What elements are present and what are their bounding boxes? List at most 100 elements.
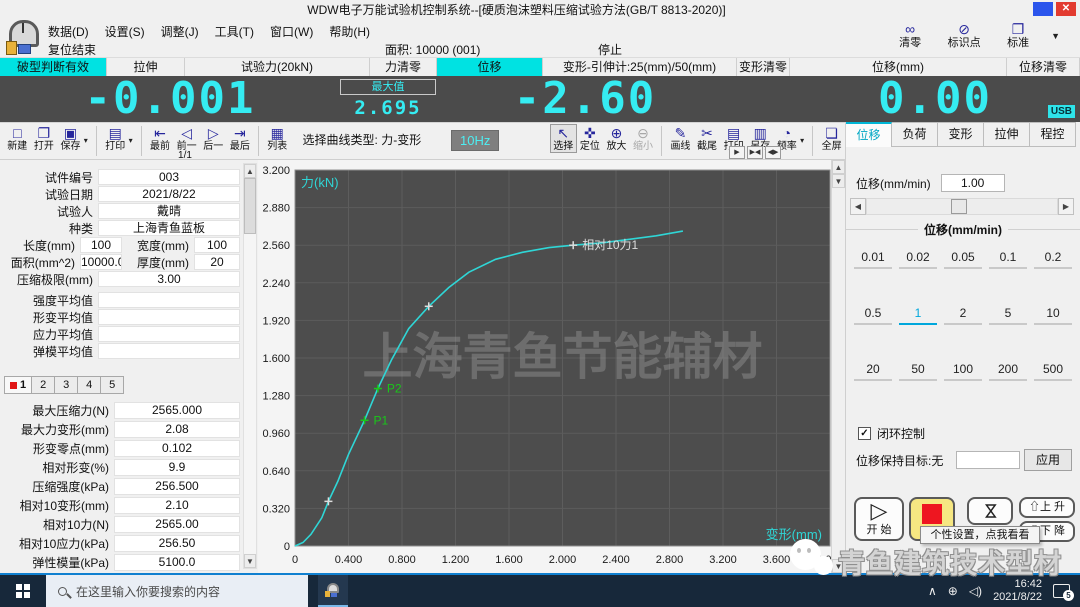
locate-tool-button[interactable]: ✜定位 xyxy=(578,125,603,152)
specimen-tab-4[interactable]: 4 xyxy=(78,376,101,394)
scroll-end-icon[interactable]: ▶◀ xyxy=(747,146,763,159)
speed-preset-5[interactable]: 5 xyxy=(989,306,1027,325)
specimen-tab-5[interactable]: 5 xyxy=(101,376,124,394)
select-tool-button[interactable]: ↖选择 xyxy=(551,125,576,152)
scroll-down-icon[interactable]: ▼ xyxy=(244,554,256,568)
close-button[interactable]: ✕ xyxy=(1056,2,1076,16)
chart-scroll-down2-icon[interactable]: ▼ xyxy=(832,174,845,188)
specimen-tab-2[interactable]: 2 xyxy=(32,376,55,394)
tray-expand-icon[interactable]: ∧ xyxy=(928,584,937,598)
speed-input[interactable]: 1.00 xyxy=(941,174,1005,192)
taskbar-clock[interactable]: 16:42 2021/8/22 xyxy=(993,578,1042,604)
field-value[interactable]: 2021/8/22 xyxy=(98,186,240,202)
print-dropdown-icon[interactable]: ▾ xyxy=(129,136,136,145)
menu-item-3[interactable]: 工具(T) xyxy=(215,23,254,40)
scroll-right-icon[interactable]: ▶ xyxy=(729,146,745,159)
field-value[interactable] xyxy=(98,326,240,342)
run-to-limit-button[interactable]: ⋈ xyxy=(967,497,1013,525)
field-value[interactable]: 100 xyxy=(194,237,240,253)
notification-icon[interactable]: 5 xyxy=(1053,584,1070,598)
chart-scroll-down-icon[interactable]: ▼ xyxy=(832,559,845,573)
nav-first-button[interactable]: ⇤最前 xyxy=(148,125,173,152)
slider-left-icon[interactable]: ◀ xyxy=(850,198,866,215)
speed-preset-100[interactable]: 100 xyxy=(944,362,982,381)
trim-button[interactable]: ✂截尾 xyxy=(695,125,720,152)
display-header-cell-3[interactable]: 力清零 xyxy=(370,58,437,77)
field-value[interactable] xyxy=(98,309,240,325)
menu-item-4[interactable]: 窗口(W) xyxy=(270,23,313,40)
open-button[interactable]: ❐打开 xyxy=(32,125,57,152)
field-value[interactable]: 3.00 xyxy=(98,271,240,287)
menu-item-1[interactable]: 设置(S) xyxy=(105,23,145,40)
chart-area[interactable]: 上海青鱼节能辅材00.3200.6400.9601.2801.6001.9202… xyxy=(258,160,831,573)
chart-scroll-up-icon[interactable]: ▲ xyxy=(832,160,845,174)
force-deformation-chart[interactable]: 上海青鱼节能辅材00.3200.6400.9601.2801.6001.9202… xyxy=(258,160,831,573)
speed-preset-0.02[interactable]: 0.02 xyxy=(899,250,937,269)
more-tools-dropdown-icon[interactable]: ▾ xyxy=(800,136,807,145)
save-dropdown-icon[interactable]: ▾ xyxy=(84,136,91,145)
zoom-out-button[interactable]: ⊖缩小 xyxy=(631,125,656,152)
field-value[interactable]: 003 xyxy=(98,169,240,185)
field-value[interactable] xyxy=(98,343,240,359)
speed-preset-0.5[interactable]: 0.5 xyxy=(854,306,892,325)
tab-0[interactable]: 位移 xyxy=(846,122,892,147)
standard-button[interactable]: ❐ 标准 xyxy=(997,21,1039,50)
field-value[interactable] xyxy=(98,292,240,308)
speed-preset-2[interactable]: 2 xyxy=(944,306,982,325)
scroll-up-icon[interactable]: ▲ xyxy=(244,164,256,178)
menu-item-2[interactable]: 调整(J) xyxy=(161,23,199,40)
scroll-expand-icon[interactable]: ◀▶ xyxy=(765,146,781,159)
tab-1[interactable]: 负荷 xyxy=(892,122,938,147)
crosshead-up-button[interactable]: ⇧上 升 xyxy=(1019,497,1075,518)
print-button[interactable]: ▤打印 xyxy=(103,125,128,152)
taskbar-app-wdw[interactable] xyxy=(318,575,348,607)
tab-4[interactable]: 程控 xyxy=(1030,122,1076,147)
speed-preset-0.01[interactable]: 0.01 xyxy=(854,250,892,269)
nav-last-button[interactable]: ⇥最后 xyxy=(228,125,253,152)
standard-dropdown-icon[interactable]: ▼ xyxy=(1051,31,1060,41)
taskbar-search[interactable]: 在这里输入你要搜索的内容 xyxy=(46,575,308,607)
save-button[interactable]: ▣保存 xyxy=(58,125,83,152)
menu-item-0[interactable]: 数据(D) xyxy=(48,23,89,40)
nav-next-button[interactable]: ▷后一 xyxy=(201,125,226,152)
slider-track[interactable] xyxy=(866,198,1058,215)
start-menu-button[interactable] xyxy=(0,575,46,607)
list-button[interactable]: ▦列表 xyxy=(265,125,290,152)
network-icon[interactable]: ⊕ xyxy=(948,584,958,598)
new-button[interactable]: □新建 xyxy=(5,125,30,152)
speed-slider[interactable]: ◀ ▶ xyxy=(850,198,1074,215)
clear-zero-button[interactable]: ∞ 清零 xyxy=(889,21,931,50)
speed-preset-0.05[interactable]: 0.05 xyxy=(944,250,982,269)
minimize-button[interactable] xyxy=(1033,2,1053,16)
hold-target-input[interactable] xyxy=(956,451,1020,469)
slider-right-icon[interactable]: ▶ xyxy=(1058,198,1074,215)
nav-prev-button[interactable]: ◁前一 xyxy=(174,125,199,152)
settings-tooltip[interactable]: 个性设置，点我看看 xyxy=(920,526,1040,544)
mark-point-button[interactable]: ⊘ 标识点 xyxy=(943,21,985,50)
speed-preset-0.2[interactable]: 0.2 xyxy=(1034,250,1072,269)
speed-preset-20[interactable]: 20 xyxy=(854,362,892,381)
volume-icon[interactable]: ◁) xyxy=(969,584,982,598)
display-header-cell-6[interactable]: 变形清零 xyxy=(737,58,790,77)
draw-line-button[interactable]: ✎画线 xyxy=(668,125,693,152)
zoom-in-button[interactable]: ⊕放大 xyxy=(604,125,629,152)
speed-preset-500[interactable]: 500 xyxy=(1034,362,1072,381)
field-value[interactable]: 上海青鱼蓝板 xyxy=(98,220,240,236)
left-panel-scrollbar[interactable]: ▲ ▼ xyxy=(243,163,257,569)
start-button[interactable]: ▷ 开 始 xyxy=(854,497,904,541)
specimen-tab-1[interactable]: 1 xyxy=(4,376,32,394)
speed-preset-10[interactable]: 10 xyxy=(1034,306,1072,325)
speed-preset-50[interactable]: 50 xyxy=(899,362,937,381)
display-header-cell-8[interactable]: 位移清零 xyxy=(1007,58,1080,77)
frequency-badge[interactable]: 10Hz xyxy=(451,130,499,151)
field-value[interactable]: 戴晴 xyxy=(98,203,240,219)
specimen-tab-3[interactable]: 3 xyxy=(55,376,78,394)
speed-preset-0.1[interactable]: 0.1 xyxy=(989,250,1027,269)
field-value[interactable]: 10000.00 xyxy=(80,254,122,270)
tab-3[interactable]: 拉伸 xyxy=(984,122,1030,147)
menu-item-5[interactable]: 帮助(H) xyxy=(329,23,370,40)
field-value[interactable]: 20 xyxy=(194,254,240,270)
closed-loop-row[interactable]: ✓ 闭环控制 xyxy=(858,425,925,442)
speed-preset-1[interactable]: 1 xyxy=(899,306,937,325)
apply-button[interactable]: 应用 xyxy=(1024,449,1072,471)
